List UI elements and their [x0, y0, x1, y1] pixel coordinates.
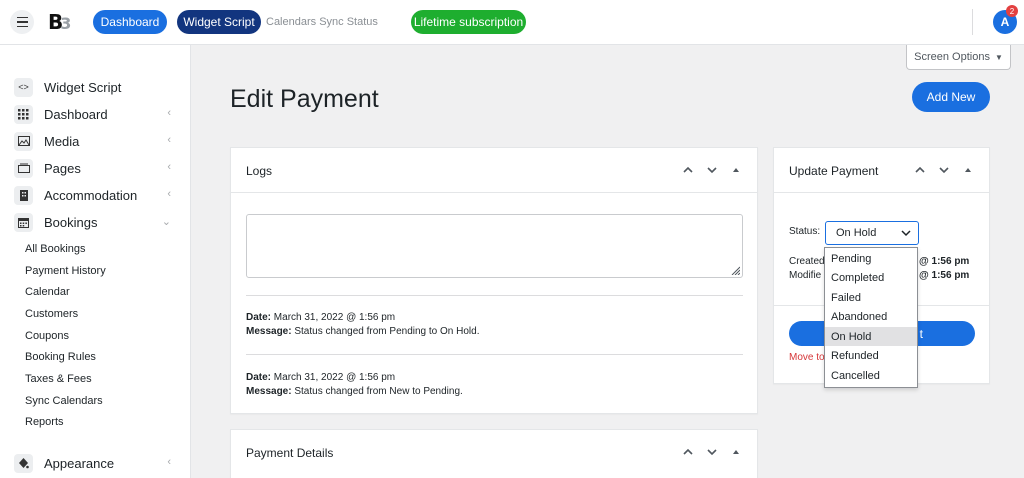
sidebar-item-media[interactable]: Media ‹ [14, 130, 179, 152]
chevron-left-icon: ‹ [167, 161, 171, 173]
sidebar-subitem-reports[interactable]: Reports [25, 416, 64, 428]
collapse-toggle-icon[interactable] [729, 444, 743, 460]
update-payment-title: Update Payment [789, 164, 879, 178]
sidebar-item-bookings[interactable]: Bookings ⌄ [14, 211, 179, 233]
image-icon [14, 131, 33, 151]
status-option-refunded[interactable]: Refunded [825, 346, 917, 365]
sidebar-item-accommodation[interactable]: Accommodation ‹ [14, 184, 179, 206]
nav-widget-script-button[interactable]: Widget Script [177, 10, 261, 34]
menu-toggle-button[interactable] [10, 10, 34, 34]
grid-icon [14, 104, 33, 124]
log-entry-date: Date: March 31, 2022 @ 1:56 pm [246, 312, 396, 323]
status-dropdown-list: Pending Completed Failed Abandoned On Ho… [824, 247, 918, 388]
divider [246, 295, 743, 296]
status-option-abandoned[interactable]: Abandoned [825, 307, 917, 326]
modified-value: @ 1:56 pm [919, 270, 970, 281]
logs-panel-header: Logs [231, 148, 757, 193]
logs-panel: Logs Date: March 31, 2022 @ 1:56 pm Mess… [230, 147, 758, 414]
update-payment-header: Update Payment [774, 148, 989, 193]
sidebar: <> Widget Script Dashboard ‹ Media ‹ Pag… [0, 45, 191, 478]
sidebar-subitem-all-bookings[interactable]: All Bookings [25, 243, 86, 255]
log-note-textarea[interactable] [246, 214, 743, 278]
created-value: @ 1:56 pm [919, 256, 970, 267]
chevron-left-icon: ‹ [167, 456, 171, 468]
screen-options-button[interactable]: Screen Options ▼ [906, 45, 1011, 70]
status-option-on-hold[interactable]: On Hold [825, 327, 917, 346]
move-up-icon[interactable] [681, 444, 695, 460]
pages-icon [14, 158, 33, 178]
sidebar-subitem-coupons[interactable]: Coupons [25, 330, 69, 342]
building-icon [14, 185, 33, 205]
payment-details-title: Payment Details [246, 446, 334, 460]
created-label: Created [789, 256, 825, 267]
move-down-icon[interactable] [937, 162, 951, 178]
move-up-icon[interactable] [681, 162, 695, 178]
sidebar-subitem-payment-history[interactable]: Payment History [25, 265, 106, 277]
chevron-left-icon: ‹ [167, 188, 171, 200]
hamburger-icon [16, 16, 28, 19]
logs-panel-title: Logs [246, 164, 273, 178]
modified-label: Modifie [789, 270, 822, 281]
nav-dashboard-button[interactable]: Dashboard [93, 10, 167, 34]
top-bar: B3 Dashboard Widget Script Calendars Syn… [0, 0, 1024, 45]
status-option-pending[interactable]: Pending [825, 249, 917, 268]
payment-details-panel: Payment Details [230, 429, 758, 478]
status-option-completed[interactable]: Completed [825, 268, 917, 287]
sidebar-item-dashboard[interactable]: Dashboard ‹ [14, 103, 179, 125]
sidebar-subitem-taxes-fees[interactable]: Taxes & Fees [25, 373, 92, 385]
chevron-left-icon: ‹ [167, 134, 171, 146]
sidebar-subitem-customers[interactable]: Customers [25, 308, 78, 320]
sidebar-item-pages[interactable]: Pages ‹ [14, 157, 179, 179]
status-option-cancelled[interactable]: Cancelled [825, 366, 917, 385]
page-title: Edit Payment [230, 85, 379, 113]
status-select[interactable]: On Hold [825, 221, 919, 245]
collapse-toggle-icon[interactable] [729, 162, 743, 178]
chevron-down-icon: ⌄ [161, 216, 171, 228]
chevron-left-icon: ‹ [167, 107, 171, 119]
move-down-icon[interactable] [705, 162, 719, 178]
log-entry-date: Date: March 31, 2022 @ 1:56 pm [246, 372, 396, 383]
move-to-trash-link[interactable]: Move to [789, 352, 825, 363]
status-option-failed[interactable]: Failed [825, 288, 917, 307]
sidebar-subitem-calendar[interactable]: Calendar [25, 286, 70, 298]
sidebar-item-widget-script[interactable]: <> Widget Script [14, 76, 179, 98]
status-label: Status: [789, 226, 821, 237]
divider [246, 354, 743, 355]
log-entry-message: Message: Status changed from New to Pend… [246, 386, 463, 397]
collapse-toggle-icon[interactable] [961, 162, 975, 178]
lifetime-subscription-button[interactable]: Lifetime subscription [411, 10, 526, 34]
move-down-icon[interactable] [705, 444, 719, 460]
header-divider [972, 9, 973, 35]
paint-icon [14, 453, 33, 473]
move-up-icon[interactable] [913, 162, 927, 178]
payment-details-header: Payment Details [231, 430, 757, 475]
app-logo[interactable]: B3 [48, 10, 71, 34]
caret-down-icon: ▼ [994, 52, 1003, 62]
calendar-icon [14, 212, 33, 232]
log-entry-message: Message: Status changed from Pending to … [246, 326, 480, 337]
breadcrumb-calendars-sync[interactable]: Calendars Sync Status [266, 16, 378, 28]
sidebar-item-appearance[interactable]: Appearance ‹ [14, 452, 179, 474]
add-new-button[interactable]: Add New [912, 82, 990, 112]
chevron-down-icon [901, 230, 911, 237]
sidebar-subitem-booking-rules[interactable]: Booking Rules [25, 351, 96, 363]
notification-badge: 2 [1006, 5, 1018, 17]
resize-handle-icon[interactable] [730, 265, 740, 275]
sidebar-subitem-sync-calendars[interactable]: Sync Calendars [25, 395, 103, 407]
code-icon: <> [14, 77, 33, 97]
